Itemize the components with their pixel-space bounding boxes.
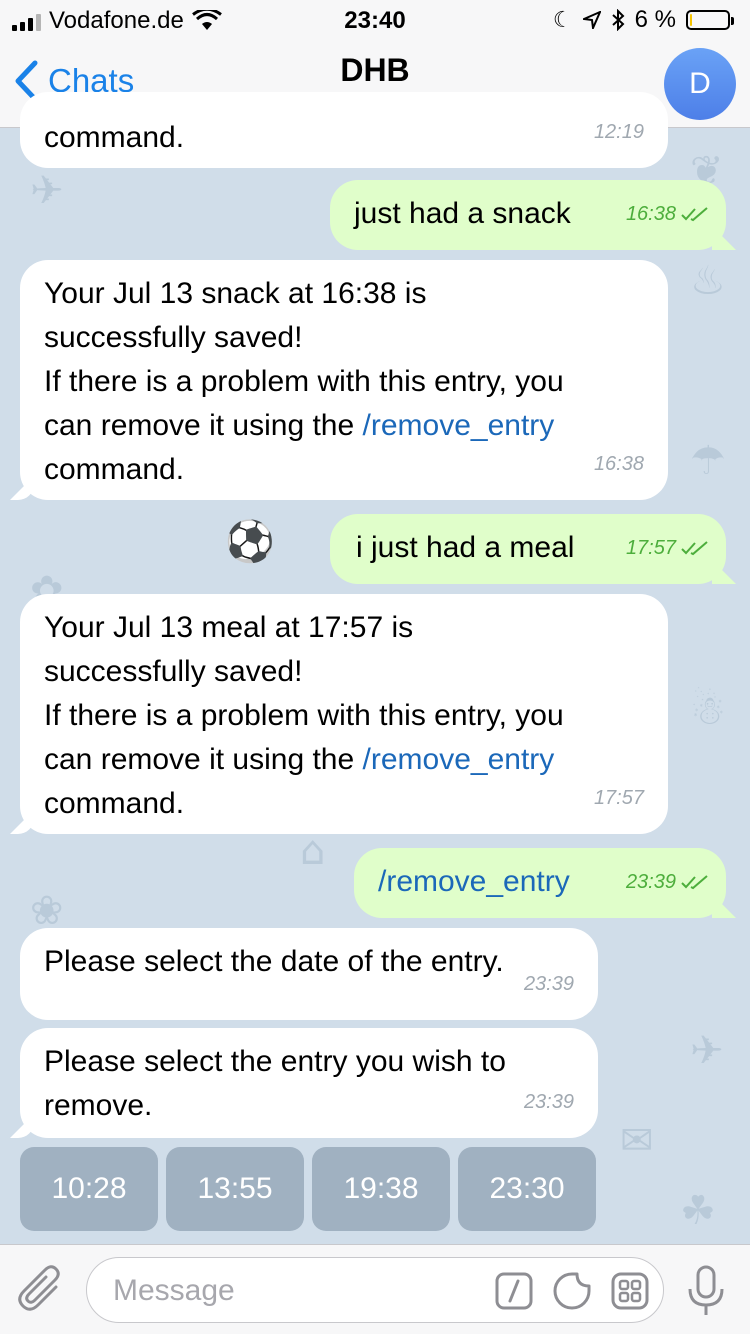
doodle-icon: ☃ xyxy=(690,688,726,734)
message-text: If there is a problem with this entry, y… xyxy=(44,699,564,732)
attach-icon[interactable] xyxy=(18,1265,64,1315)
message-input[interactable] xyxy=(111,1268,475,1314)
doodle-icon: ☘ xyxy=(680,1188,716,1234)
status-right-group: ☾ 6 % xyxy=(552,6,734,34)
message-text: can remove it using the /remove_entry xyxy=(44,743,555,776)
message-incoming[interactable]: Your Jul 13 meal at 17:57 is successfull… xyxy=(20,594,668,834)
message-text: Please select the entry you wish to xyxy=(44,1045,506,1078)
message-text: i just had a meal xyxy=(356,531,575,564)
doodle-icon: ⚽ xyxy=(225,519,275,565)
message-time: 16:38 xyxy=(625,203,676,225)
message-incoming[interactable]: Your Jul 13 snack at 16:38 is successful… xyxy=(20,260,668,500)
doodle-icon: ✈ xyxy=(30,168,64,214)
message-time: 16:38 xyxy=(593,453,644,475)
read-checkmark-icon xyxy=(681,875,708,890)
microphone-icon[interactable] xyxy=(686,1265,726,1317)
message-text: successfully saved! xyxy=(44,655,303,688)
location-icon xyxy=(582,11,601,29)
do-not-disturb-icon: ☾ xyxy=(552,7,573,32)
message-time: 23:39 xyxy=(523,1091,574,1113)
message-text: command. xyxy=(44,121,185,154)
message-outgoing[interactable]: i just had a meal 17:57 xyxy=(330,514,726,584)
message-meta: 17:57 xyxy=(626,526,710,570)
sticker-icon[interactable] xyxy=(553,1272,591,1310)
status-bar: Vodafone.de 23:40 ☾ 6 % xyxy=(0,0,750,40)
doodle-icon: ☂ xyxy=(690,438,726,484)
doodle-icon: ⌂ xyxy=(300,828,326,874)
message-incoming[interactable]: command. 12:19 xyxy=(20,92,668,168)
doodle-icon: ✉ xyxy=(620,1118,654,1164)
avatar[interactable]: D xyxy=(664,48,736,120)
message-field[interactable] xyxy=(86,1257,664,1323)
message-text: just had a snack xyxy=(354,197,571,230)
message-text: Your Jul 13 snack at 16:38 is xyxy=(44,277,427,310)
inline-keyboard-button[interactable]: 13:55 xyxy=(166,1147,304,1231)
message-incoming[interactable]: Please select the entry you wish to remo… xyxy=(20,1028,598,1138)
message-time: 23:39 xyxy=(625,871,676,893)
bluetooth-icon xyxy=(611,9,625,31)
battery-percent: 6 % xyxy=(634,6,676,33)
message-text: remove. xyxy=(44,1089,153,1122)
message-time: 17:57 xyxy=(625,537,676,559)
message-text: command. xyxy=(44,453,185,486)
message-outgoing[interactable]: /remove_entry 23:39 xyxy=(354,848,726,918)
command-link[interactable]: /remove_entry xyxy=(363,743,555,776)
chat-title[interactable]: DHB xyxy=(0,52,750,89)
bot-command-icon[interactable] xyxy=(495,1272,533,1310)
message-text: can remove it using the /remove_entry xyxy=(44,409,555,442)
message-incoming[interactable]: Please select the date of the entry. 23:… xyxy=(20,928,598,1020)
message-outgoing[interactable]: just had a snack 16:38 xyxy=(330,180,726,250)
read-checkmark-icon xyxy=(681,207,708,222)
message-time: 17:57 xyxy=(593,787,644,809)
command-link[interactable]: /remove_entry xyxy=(378,865,570,898)
inline-keyboard-button[interactable]: 23:30 xyxy=(458,1147,596,1231)
battery-icon xyxy=(686,10,734,30)
message-text: If there is a problem with this entry, y… xyxy=(44,365,564,398)
doodle-icon: ✈ xyxy=(690,1028,724,1074)
avatar-letter: D xyxy=(689,67,711,100)
message-meta: 23:39 xyxy=(626,860,710,904)
read-checkmark-icon xyxy=(681,541,708,556)
message-text: Your Jul 13 meal at 17:57 is xyxy=(44,611,414,644)
message-time: 12:19 xyxy=(593,121,644,143)
doodle-icon: ♨ xyxy=(690,258,726,304)
message-input-bar xyxy=(0,1244,750,1334)
command-link[interactable]: /remove_entry xyxy=(363,409,555,442)
message-time: 23:39 xyxy=(523,973,574,995)
message-text: Please select the date of the entry. xyxy=(44,945,504,978)
message-text: command. xyxy=(44,787,185,820)
inline-keyboard-button[interactable]: 19:38 xyxy=(312,1147,450,1231)
bot-keyboard-icon[interactable] xyxy=(611,1272,649,1310)
message-meta: 16:38 xyxy=(626,192,710,236)
message-text: successfully saved! xyxy=(44,321,303,354)
inline-keyboard-button[interactable]: 10:28 xyxy=(20,1147,158,1231)
battery-level xyxy=(690,14,692,26)
